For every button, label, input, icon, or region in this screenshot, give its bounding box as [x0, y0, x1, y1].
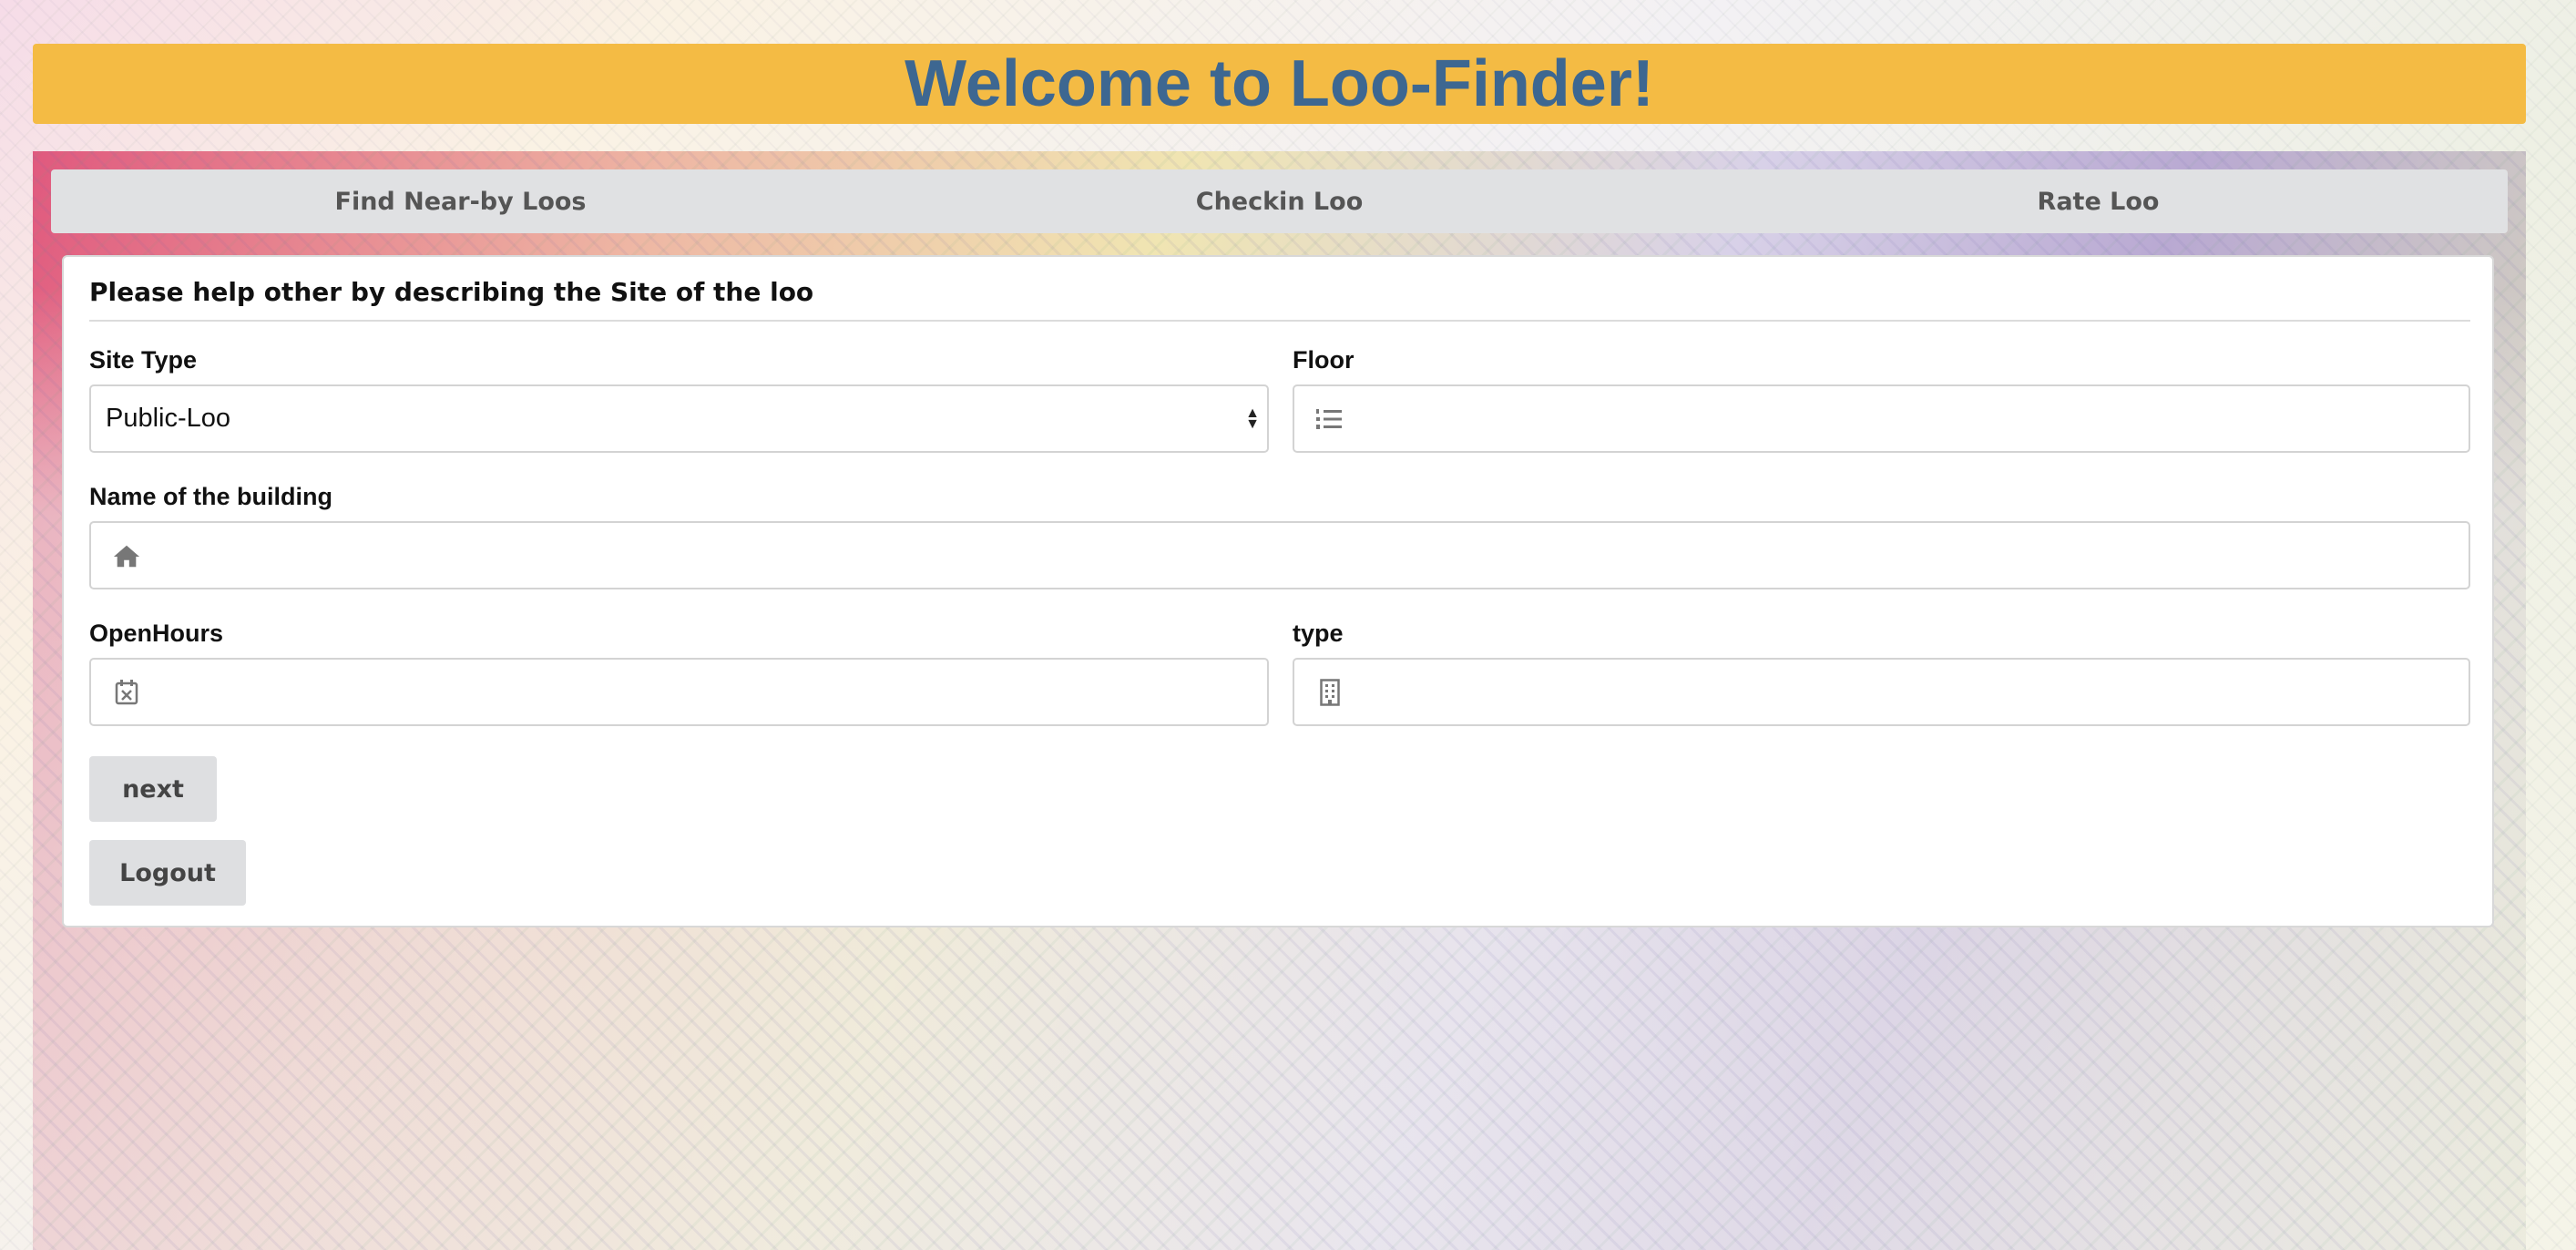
type-field[interactable]: [1293, 658, 2470, 726]
building-label: Name of the building: [89, 483, 332, 510]
building-icon: [1316, 678, 1344, 706]
open-hours-field[interactable]: [89, 658, 1269, 726]
open-hours-label: OpenHours: [89, 620, 224, 647]
site-form-card: Please help other by describing the Site…: [62, 255, 2494, 927]
nav-bar: Find Near-by Loos Checkin Loo Rate Loo: [51, 169, 2508, 233]
type-label: type: [1293, 620, 1344, 647]
floor-label: Floor: [1293, 346, 1354, 374]
home-icon: [113, 542, 140, 569]
page-header: Welcome to Loo-Finder!: [33, 44, 2526, 124]
type-input[interactable]: [1344, 659, 2469, 725]
page-title: Welcome to Loo-Finder!: [905, 47, 1654, 120]
building-input[interactable]: [140, 522, 2469, 589]
building-field[interactable]: [89, 521, 2470, 589]
list-numbered-icon: [1316, 405, 1344, 433]
site-type-value: Public-Loo: [106, 404, 231, 433]
next-button[interactable]: next: [89, 756, 217, 822]
site-type-label: Site Type: [89, 346, 198, 374]
nav-checkin-loo[interactable]: Checkin Loo: [870, 169, 1689, 233]
main-panel: Find Near-by Loos Checkin Loo Rate Loo P…: [33, 151, 2526, 1250]
logout-button[interactable]: Logout: [89, 840, 246, 906]
site-type-select[interactable]: Public-Loo ▲ ▼: [89, 384, 1269, 453]
calendar-x-icon: [113, 679, 140, 706]
nav-find-nearby-loos[interactable]: Find Near-by Loos: [51, 169, 870, 233]
nav-rate-loo[interactable]: Rate Loo: [1689, 169, 2508, 233]
floor-field[interactable]: [1293, 384, 2470, 453]
floor-input[interactable]: [1344, 385, 2469, 452]
open-hours-input[interactable]: [140, 659, 1267, 725]
select-arrows-icon: ▲ ▼: [1245, 405, 1260, 432]
form-title: Please help other by describing the Site…: [89, 277, 2470, 322]
